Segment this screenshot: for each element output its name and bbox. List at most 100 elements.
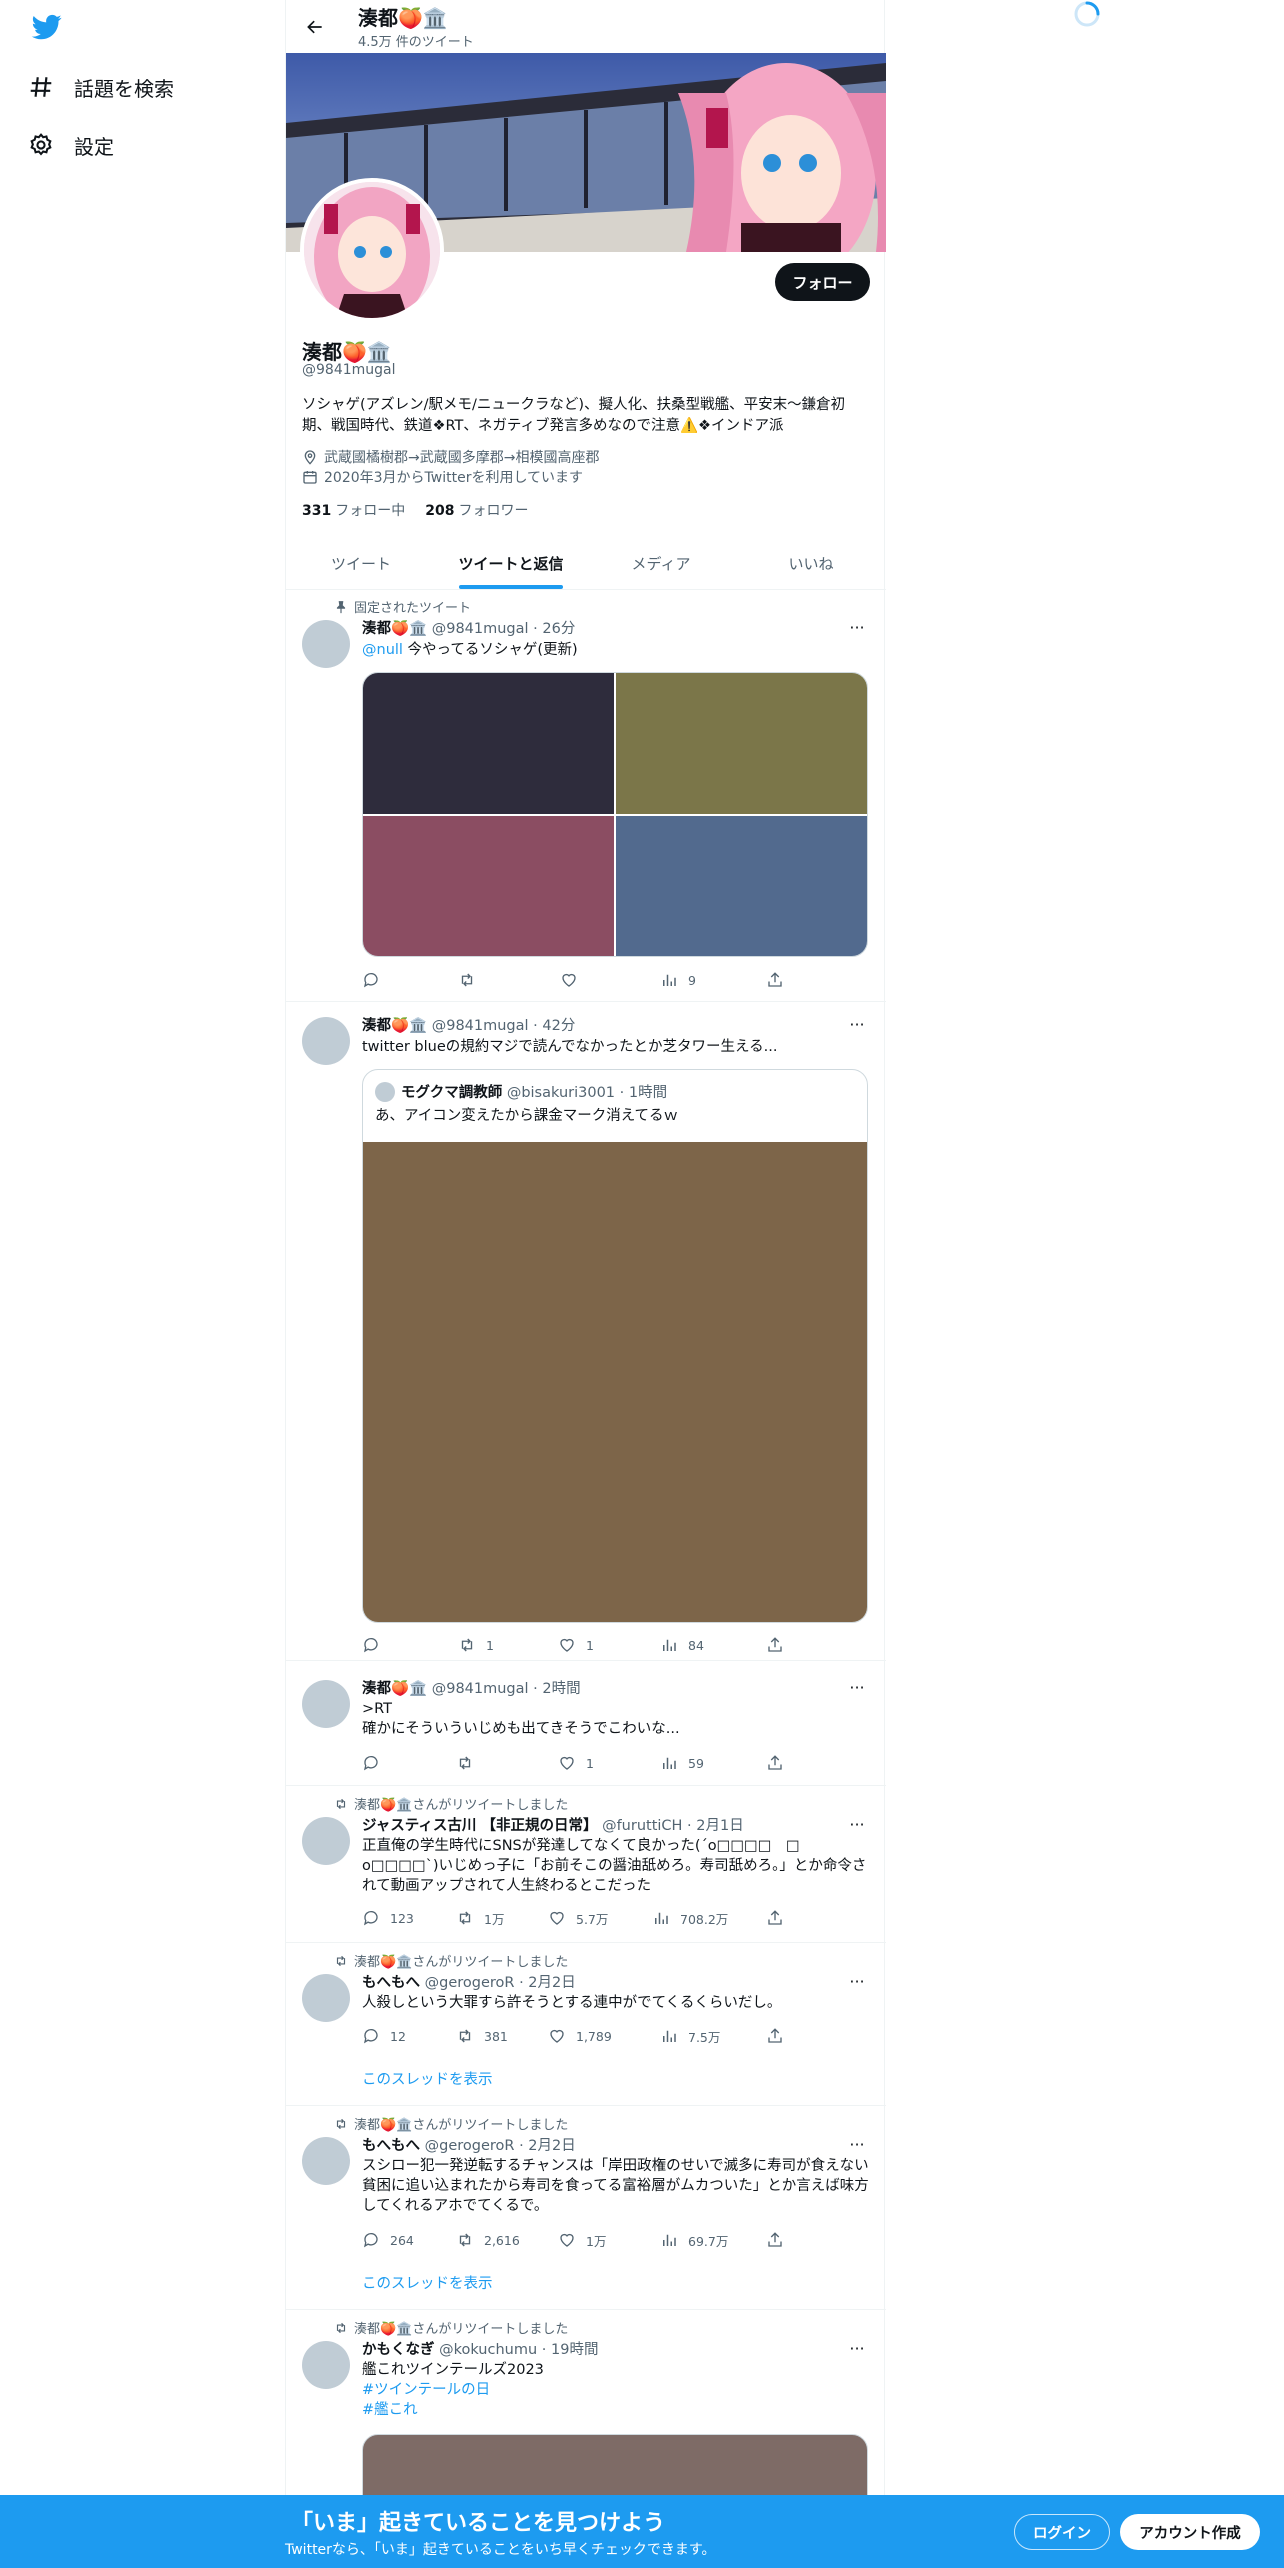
tweet-user-line: かもくなぎ @kokuchumu · 19時間 <box>362 2342 599 2358</box>
retweet-button[interactable]: 2,616 <box>456 2229 520 2251</box>
tweet-avatar[interactable] <box>302 1017 350 1065</box>
more-options-button[interactable]: ··· <box>841 1014 873 1034</box>
loading-spinner-icon <box>1073 0 1101 28</box>
show-thread-link[interactable]: このスレッドを表示 <box>362 2272 493 2293</box>
views-icon <box>660 1754 678 1772</box>
retweet-button[interactable]: 1万 <box>456 1907 504 1929</box>
reply-button[interactable]: 12 <box>362 2025 406 2047</box>
heart-icon <box>548 1909 566 1927</box>
tweet-avatar[interactable] <box>302 2341 350 2389</box>
heart-icon <box>558 1754 576 1772</box>
views-button[interactable]: 708.2万 <box>652 1907 728 1929</box>
signup-button[interactable]: アカウント作成 <box>1120 2514 1260 2550</box>
reply-button[interactable]: 123 <box>362 1907 414 1929</box>
reply-button[interactable]: 264 <box>362 2229 414 2251</box>
share-icon <box>766 2027 784 2045</box>
profile-column: 湊都🍑🏛️ 4.5万 件のツイート フォロー 湊都🍑🏛️ @9841mugal … <box>285 0 886 2568</box>
share-button[interactable] <box>766 1752 784 1774</box>
heart-icon <box>558 1636 576 1654</box>
retweet-icon <box>458 971 476 989</box>
mention-link[interactable]: @null <box>362 642 403 658</box>
share-button[interactable] <box>766 2025 784 2047</box>
like-button[interactable]: 1,789 <box>548 2025 612 2047</box>
followers-link[interactable]: 208 フォロワー <box>425 500 528 520</box>
profile-avatar[interactable] <box>300 178 444 322</box>
tab-likes[interactable]: いいね <box>736 537 886 589</box>
pin-icon <box>334 600 348 614</box>
tweet-item[interactable]: 湊都🍑🏛️ @9841mugal · 2時間 ··· >RT 確かにそういういじ… <box>286 1662 886 1786</box>
login-button[interactable]: ログイン <box>1014 2514 1110 2550</box>
tweet-avatar[interactable] <box>302 2137 350 2185</box>
tweet-item[interactable]: 湊都🍑🏛️さんがリツイートしました もへもへ @gerogeroR · 2月2日… <box>286 1944 886 2106</box>
tweet-text: 人殺しという大罪すら許そうとする連中がでてくるくらいだし。 <box>362 1995 782 2011</box>
tweet-item[interactable]: 固定されたツイート 湊都🍑🏛️ @9841mugal · 26分 ··· @nu… <box>286 590 886 1002</box>
hashtag-link[interactable]: #ツインテールの日 <box>362 2380 872 2400</box>
retweet-context-icon <box>334 2321 348 2335</box>
show-thread-link[interactable]: このスレッドを表示 <box>362 2068 493 2089</box>
tweet-avatar[interactable] <box>302 620 350 668</box>
tweet-avatar[interactable] <box>302 1680 350 1728</box>
back-button[interactable] <box>298 10 332 44</box>
views-button[interactable]: 59 <box>660 1752 704 1774</box>
retweet-icon <box>456 1909 474 1927</box>
more-options-button[interactable]: ··· <box>841 2134 873 2154</box>
quote-media-image[interactable] <box>363 1142 867 1622</box>
more-options-button[interactable]: ··· <box>841 617 873 637</box>
hashtag-link[interactable]: #艦これ <box>362 2400 872 2420</box>
following-link[interactable]: 331 フォロー中 <box>302 500 405 520</box>
media-image-3[interactable] <box>363 816 614 956</box>
like-button[interactable]: 1 <box>558 1634 594 1656</box>
tweet-text-line-2: 確かにそういういじめも出てきそうでこわいな... <box>362 1721 680 1737</box>
tab-tweets[interactable]: ツイート <box>286 537 436 589</box>
tweet-media-grid[interactable] <box>362 672 868 957</box>
retweet-button[interactable] <box>456 1752 474 1774</box>
tweet-text: twitter blueの規約マジで読んでなかったとか芝タワー生える... <box>362 1039 778 1055</box>
more-options-button[interactable]: ··· <box>841 1677 873 1697</box>
tweet-item[interactable]: 湊都🍑🏛️さんがリツイートしました もへもへ @gerogeroR · 2月2日… <box>286 2107 886 2310</box>
tab-tweets-and-replies[interactable]: ツイートと返信 <box>436 537 586 589</box>
views-icon <box>660 2027 678 2045</box>
like-button[interactable]: 1万 <box>558 2229 606 2251</box>
tweet-item[interactable]: 湊都🍑🏛️さんがリツイートしました ジャスティス古川 【非正規の日常】 @fur… <box>286 1787 886 1943</box>
quote-text: あ、アイコン変えたから課金マーク消えてるｗ <box>375 1108 679 1124</box>
share-button[interactable] <box>766 969 784 991</box>
share-button[interactable] <box>766 1907 784 1929</box>
nav-settings-label: 設定 <box>74 134 114 159</box>
retweet-icon <box>456 1754 474 1772</box>
quoted-tweet[interactable]: モグクマ調教師 @bisakuri3001 · 1時間 あ、アイコン変えたから課… <box>362 1069 868 1623</box>
like-button[interactable] <box>560 969 578 991</box>
views-button[interactable]: 7.5万 <box>660 2025 720 2047</box>
gear-icon <box>28 132 54 158</box>
views-button[interactable]: 69.7万 <box>660 2229 728 2251</box>
profile-stats: 331 フォロー中 208 フォロワー <box>302 500 528 520</box>
media-image-1[interactable] <box>363 673 614 814</box>
retweet-button[interactable] <box>458 969 476 991</box>
more-options-button[interactable]: ··· <box>841 1971 873 1991</box>
twitter-logo-icon[interactable] <box>30 12 66 44</box>
tab-media[interactable]: メディア <box>586 537 736 589</box>
more-options-button[interactable]: ··· <box>841 1814 873 1834</box>
reply-button[interactable] <box>362 969 380 991</box>
like-button[interactable]: 1 <box>558 1752 594 1774</box>
nav-explore[interactable]: 話題を検索 <box>28 63 174 111</box>
tweet-actions: 12 381 1,789 7.5万 <box>362 2025 802 2047</box>
views-button[interactable]: 84 <box>660 1634 704 1656</box>
share-button[interactable] <box>766 2229 784 2251</box>
reply-button[interactable] <box>362 1752 380 1774</box>
retweet-context: 湊都🍑🏛️さんがリツイートしました <box>334 1794 568 1813</box>
retweet-button[interactable]: 381 <box>456 2025 508 2047</box>
profile-bio: ソシャゲ(アズレン/駅メモ/ニュークラなど)、擬人化、扶桑型戦艦、平安末～鎌倉初… <box>302 397 846 434</box>
tweet-avatar[interactable] <box>302 1974 350 2022</box>
tweet-avatar[interactable] <box>302 1817 350 1865</box>
retweet-button[interactable]: 1 <box>458 1634 494 1656</box>
share-button[interactable] <box>766 1634 784 1656</box>
more-options-button[interactable]: ··· <box>841 2338 873 2358</box>
reply-button[interactable] <box>362 1634 380 1656</box>
media-image-2[interactable] <box>616 673 867 814</box>
nav-settings[interactable]: 設定 <box>28 121 114 169</box>
follow-button[interactable]: フォロー <box>775 263 870 301</box>
like-button[interactable]: 5.7万 <box>548 1907 608 1929</box>
media-image-4[interactable] <box>616 816 867 956</box>
hashtag-icon <box>28 74 54 100</box>
views-button[interactable]: 9 <box>660 969 696 991</box>
